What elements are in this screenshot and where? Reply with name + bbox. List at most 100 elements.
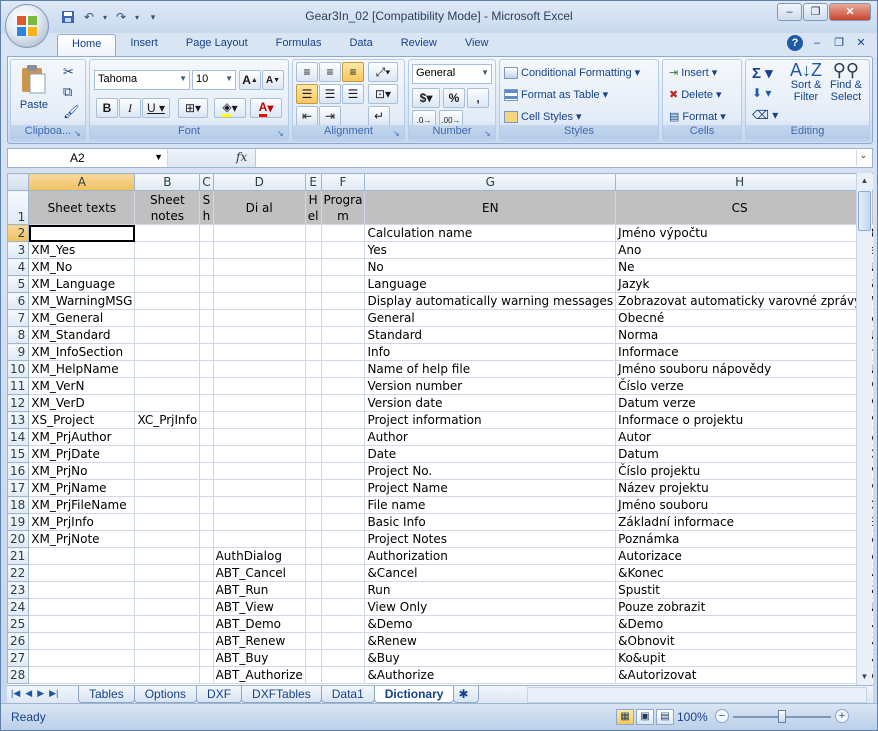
scroll-up-icon[interactable]: ▲: [857, 173, 872, 189]
column-header[interactable]: E: [304, 173, 322, 191]
row-header[interactable]: 17: [7, 479, 30, 497]
cell[interactable]: [320, 530, 366, 548]
cell[interactable]: [320, 547, 366, 565]
cell[interactable]: [199, 666, 214, 684]
row-header[interactable]: 22: [7, 564, 30, 582]
fill-color-icon[interactable]: ◈ ▾: [214, 98, 246, 118]
cell[interactable]: Display automatically warning messages: [364, 292, 617, 310]
cell[interactable]: [320, 224, 366, 242]
row-header[interactable]: 16: [7, 462, 30, 480]
cell[interactable]: [304, 377, 322, 395]
help-icon[interactable]: ?: [787, 35, 803, 51]
insert-function-icon[interactable]: fx: [236, 150, 247, 164]
cell[interactable]: [304, 496, 322, 514]
cell[interactable]: [320, 377, 366, 395]
cell[interactable]: [320, 615, 366, 633]
font-name-combo[interactable]: Tahoma ▼: [94, 70, 190, 90]
office-button[interactable]: [5, 4, 49, 48]
row-header[interactable]: 1: [7, 190, 30, 225]
cell[interactable]: ABT_Run: [212, 581, 306, 599]
tab-data[interactable]: Data: [335, 34, 386, 56]
cell[interactable]: [212, 530, 306, 548]
cell[interactable]: [320, 649, 366, 667]
cell[interactable]: &Cancel: [364, 564, 617, 582]
cell[interactable]: XM_General: [28, 309, 136, 327]
cell[interactable]: [134, 581, 201, 599]
cell[interactable]: [320, 666, 366, 684]
row-header[interactable]: 4: [7, 258, 30, 276]
cell[interactable]: [134, 666, 201, 684]
doc-close-icon[interactable]: ✕: [853, 35, 869, 51]
cell[interactable]: [134, 394, 201, 412]
cell[interactable]: [212, 275, 306, 293]
cell[interactable]: ABT_Renew: [212, 632, 306, 650]
cell[interactable]: XM_PrjName: [28, 479, 136, 497]
row-header[interactable]: 5: [7, 275, 30, 293]
cell[interactable]: ABT_Demo: [212, 615, 306, 633]
cell-styles-button[interactable]: Cell Styles ▾: [504, 110, 582, 123]
comma-button[interactable]: ,: [467, 88, 489, 108]
doc-restore-icon[interactable]: ❐: [831, 35, 847, 51]
font-color-icon[interactable]: A ▾: [250, 98, 282, 118]
tab-home[interactable]: Home: [57, 34, 117, 56]
cell[interactable]: XM_PrjDate: [28, 445, 136, 463]
cell[interactable]: [199, 649, 214, 667]
cell[interactable]: [28, 598, 136, 616]
cell[interactable]: XM_VerD: [28, 394, 136, 412]
tab-formulas[interactable]: Formulas: [262, 34, 336, 56]
cell[interactable]: [199, 581, 214, 599]
alignment-launcher-icon[interactable]: ↘: [393, 129, 402, 138]
cell[interactable]: &Renew: [364, 632, 617, 650]
cell[interactable]: [212, 428, 306, 446]
cell[interactable]: [199, 445, 214, 463]
cell[interactable]: ABT_Cancel: [212, 564, 306, 582]
font-launcher-icon[interactable]: ↘: [277, 129, 286, 138]
cell[interactable]: [134, 513, 201, 531]
cell[interactable]: [134, 224, 201, 242]
cell[interactable]: XM_PrjNo: [28, 462, 136, 480]
cell[interactable]: Číslo projektu: [615, 462, 865, 480]
cell[interactable]: Standard: [364, 326, 617, 344]
cell[interactable]: [28, 224, 136, 242]
align-top-icon[interactable]: ≡: [296, 62, 318, 82]
cell[interactable]: [304, 241, 322, 259]
cell[interactable]: Basic Info: [364, 513, 617, 531]
cell[interactable]: [134, 326, 201, 344]
align-center-icon[interactable]: ☰: [319, 84, 341, 104]
column-header[interactable]: G: [364, 173, 617, 191]
cell[interactable]: [304, 598, 322, 616]
row-header[interactable]: 20: [7, 530, 30, 548]
header-cell[interactable]: H el: [304, 190, 322, 225]
cell[interactable]: Informace: [615, 343, 865, 361]
last-sheet-icon[interactable]: ▶|: [49, 688, 58, 699]
cell[interactable]: [320, 598, 366, 616]
cell[interactable]: &Demo: [615, 615, 865, 633]
cell[interactable]: [320, 309, 366, 327]
cell[interactable]: [134, 360, 201, 378]
cell[interactable]: Name of help file: [364, 360, 617, 378]
align-left-icon[interactable]: ☰: [296, 84, 318, 104]
cell[interactable]: [320, 343, 366, 361]
cell[interactable]: [199, 428, 214, 446]
orientation-icon[interactable]: ⤢▾: [368, 62, 398, 82]
cell[interactable]: [199, 258, 214, 276]
cell[interactable]: XM_Language: [28, 275, 136, 293]
cell[interactable]: [134, 462, 201, 480]
cell[interactable]: [199, 513, 214, 531]
cell[interactable]: Version number: [364, 377, 617, 395]
cell[interactable]: &Buy: [364, 649, 617, 667]
row-header[interactable]: 9: [7, 343, 30, 361]
cell[interactable]: [304, 445, 322, 463]
cell[interactable]: [134, 292, 201, 310]
cell[interactable]: [304, 309, 322, 327]
tab-review[interactable]: Review: [387, 34, 451, 56]
cell[interactable]: [134, 649, 201, 667]
clipboard-launcher-icon[interactable]: ↘: [74, 129, 83, 138]
cell[interactable]: XM_PrjNote: [28, 530, 136, 548]
cell[interactable]: [320, 445, 366, 463]
normal-view-icon[interactable]: ▦: [616, 709, 634, 725]
cell[interactable]: Číslo verze: [615, 377, 865, 395]
cell[interactable]: &Demo: [364, 615, 617, 633]
cell[interactable]: [304, 224, 322, 242]
cell[interactable]: [28, 547, 136, 565]
